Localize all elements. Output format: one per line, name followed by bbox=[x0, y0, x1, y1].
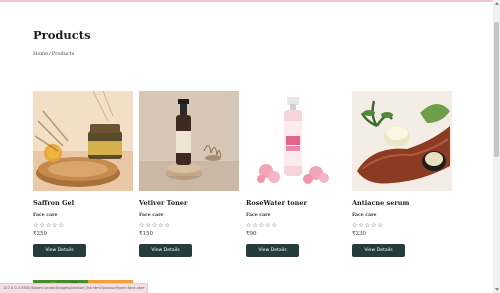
product-category: Face care bbox=[33, 213, 58, 218]
scroll-up-arrow-icon[interactable] bbox=[495, 2, 499, 5]
product-category: Face care bbox=[139, 213, 164, 218]
page-title: Products bbox=[33, 28, 91, 42]
rating-stars-icon: ☆☆☆☆☆ bbox=[246, 222, 278, 229]
rating-stars-icon: ☆☆☆☆☆ bbox=[33, 222, 65, 229]
status-bar-url: 127.0.0.1:5500/Swami project/pages/produ… bbox=[0, 283, 149, 293]
top-accent-bar bbox=[0, 0, 500, 2]
product-card: Vetiver Toner Face care ☆☆☆☆☆ ₹150 View … bbox=[139, 91, 239, 257]
product-card: Saffron Gel Face care ☆☆☆☆☆ ₹250 View De… bbox=[33, 91, 133, 257]
product-category: Face care bbox=[246, 213, 271, 218]
view-details-button[interactable]: View Details bbox=[352, 244, 405, 257]
product-price: ₹230 bbox=[352, 231, 366, 237]
scroll-down-arrow-icon[interactable] bbox=[495, 288, 499, 291]
product-name[interactable]: RoseWater toner bbox=[246, 199, 346, 207]
rating-stars-icon: ☆☆☆☆☆ bbox=[139, 222, 171, 229]
rosewater-toner-image[interactable] bbox=[246, 91, 346, 191]
rating-stars-icon: ☆☆☆☆☆ bbox=[352, 222, 384, 229]
product-card: Antiacne serum Face care ☆☆☆☆☆ ₹230 View… bbox=[352, 91, 452, 257]
product-card: RoseWater toner Face care ☆☆☆☆☆ ₹90 View… bbox=[246, 91, 346, 257]
vertical-scrollbar[interactable] bbox=[493, 0, 500, 293]
product-name[interactable]: Antiacne serum bbox=[352, 199, 452, 207]
view-details-button[interactable]: View Details bbox=[33, 244, 86, 257]
product-name[interactable]: Vetiver Toner bbox=[139, 199, 239, 207]
breadcrumb: Home/Products bbox=[33, 51, 75, 57]
breadcrumb-separator: / bbox=[49, 51, 51, 57]
view-details-button[interactable]: View Details bbox=[246, 244, 299, 257]
breadcrumb-current: Products bbox=[51, 51, 75, 57]
vetiver-toner-image[interactable] bbox=[139, 91, 239, 191]
product-category: Face care bbox=[352, 213, 377, 218]
product-price: ₹250 bbox=[33, 231, 47, 237]
view-details-button[interactable]: View Details bbox=[139, 244, 192, 257]
scrollbar-thumb[interactable] bbox=[494, 22, 499, 157]
breadcrumb-home-link[interactable]: Home bbox=[33, 51, 48, 57]
product-price: ₹90 bbox=[246, 231, 257, 237]
antiacne-serum-image[interactable] bbox=[352, 91, 452, 191]
saffron-gel-image[interactable] bbox=[33, 91, 133, 191]
product-name[interactable]: Saffron Gel bbox=[33, 199, 133, 207]
product-price: ₹150 bbox=[139, 231, 153, 237]
